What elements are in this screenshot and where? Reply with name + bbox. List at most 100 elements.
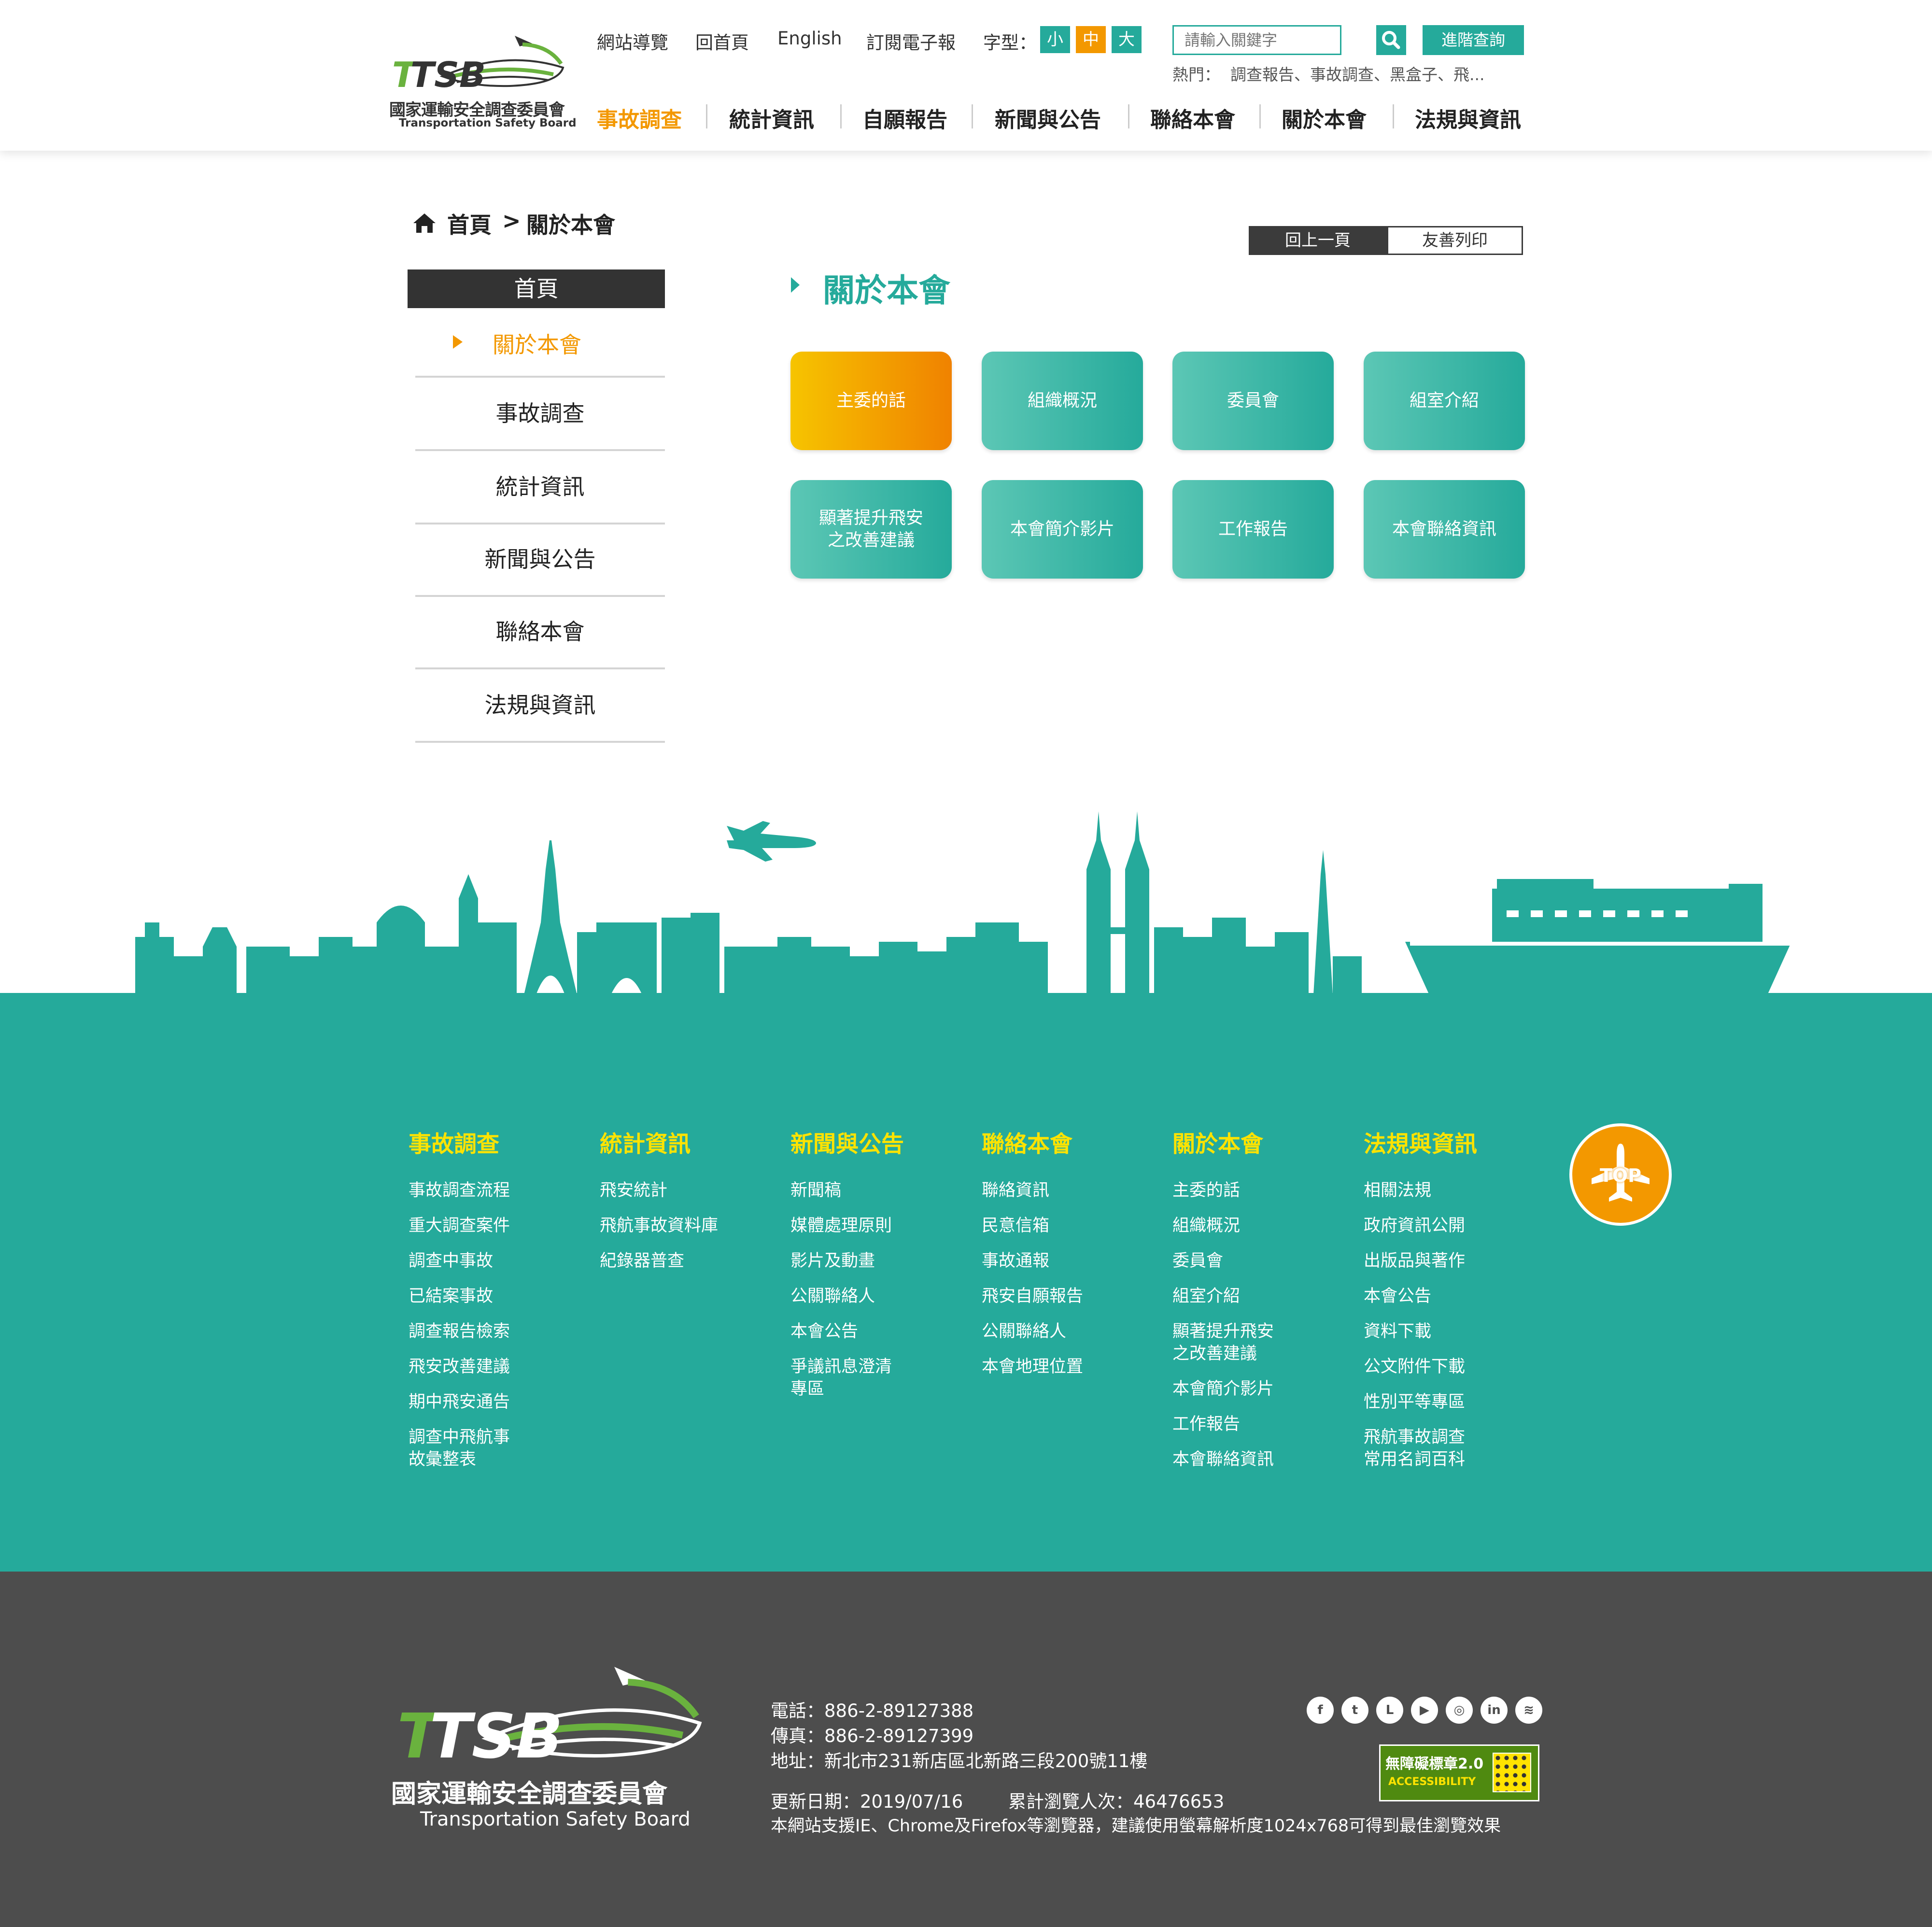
footer-link[interactable]: 性別平等專區 — [1364, 1391, 1465, 1413]
footer-link[interactable]: 委員會 — [1172, 1250, 1223, 1272]
link-sitemap[interactable]: 網站導覽 — [597, 28, 668, 54]
footer-link[interactable]: 調查中飛航事 故彙整表 — [409, 1426, 510, 1471]
tile-safety-recommendations[interactable]: 顯著提升飛安 之改善建議 — [790, 480, 952, 579]
svg-text:TSB: TSB — [410, 55, 486, 93]
tile-contact-info[interactable]: 本會聯絡資訊 — [1364, 480, 1525, 579]
footer-heading-contact[interactable]: 聯絡本會 — [982, 1125, 1072, 1159]
footer-link[interactable]: 組室介紹 — [1172, 1285, 1240, 1307]
footer-link[interactable]: 調查中事故 — [409, 1250, 493, 1272]
footer-link[interactable]: 飛航事故調查 常用名詞百科 — [1364, 1426, 1465, 1471]
footer-link[interactable]: 媒體處理原則 — [790, 1215, 892, 1237]
nav-about[interactable]: 關於本會 — [1282, 102, 1367, 133]
home-icon — [413, 213, 436, 233]
tile-committee[interactable]: 委員會 — [1172, 352, 1334, 450]
linkedin-icon[interactable]: in — [1481, 1697, 1508, 1724]
footer-link[interactable]: 主委的話 — [1172, 1179, 1240, 1202]
footer-link[interactable]: 相關法規 — [1364, 1179, 1431, 1202]
footer-link[interactable]: 事故調查流程 — [409, 1179, 510, 1202]
rss-icon[interactable]: ≋ — [1515, 1697, 1542, 1724]
tile-work-report[interactable]: 工作報告 — [1172, 480, 1334, 579]
link-english[interactable]: English — [777, 28, 842, 49]
back-button[interactable]: 回上一頁 — [1249, 226, 1387, 255]
print-button[interactable]: 友善列印 — [1387, 226, 1523, 255]
tile-divisions[interactable]: 組室介紹 — [1364, 352, 1525, 450]
youtube-icon[interactable]: ▶ — [1411, 1697, 1438, 1724]
footer-link[interactable]: 本會公告 — [1364, 1285, 1431, 1307]
facebook-icon[interactable]: f — [1307, 1697, 1334, 1724]
line-icon[interactable]: L — [1376, 1697, 1403, 1724]
link-newsletter[interactable]: 訂閱電子報 — [866, 28, 956, 54]
nav-regulations[interactable]: 法規與資訊 — [1415, 102, 1521, 133]
footer-link[interactable]: 爭議訊息澄清 專區 — [790, 1356, 892, 1400]
footer-link[interactable]: 飛安改善建議 — [409, 1356, 510, 1378]
footer-link[interactable]: 事故通報 — [982, 1250, 1049, 1272]
footer-link[interactable]: 政府資訊公開 — [1364, 1215, 1465, 1237]
footer-link[interactable]: 工作報告 — [1172, 1413, 1240, 1435]
breadcrumb-home[interactable]: 首頁 — [447, 208, 492, 240]
visit-counter: 累計瀏覽人次：46476653 — [1008, 1791, 1225, 1812]
footer-link[interactable]: 資料下載 — [1364, 1320, 1431, 1343]
sidebar-item-accident[interactable]: 事故調查 — [415, 378, 665, 451]
search-button[interactable] — [1376, 25, 1406, 55]
footer-link[interactable]: 公關聯絡人 — [790, 1285, 875, 1307]
footer-link[interactable]: 影片及動畫 — [790, 1250, 875, 1272]
footer-link[interactable]: 公關聯絡人 — [982, 1320, 1066, 1343]
nav-accident-investigation[interactable]: 事故調查 — [597, 102, 682, 133]
nav-news[interactable]: 新聞與公告 — [995, 102, 1101, 133]
twitter-icon[interactable]: t — [1341, 1697, 1368, 1724]
tile-organization[interactable]: 組織概況 — [982, 352, 1143, 450]
site-logo[interactable]: T TSB 國家運輸安全調查委員會 Transportation Safety … — [389, 30, 577, 131]
sidebar-item-news[interactable]: 新聞與公告 — [415, 524, 665, 597]
nav-divider — [840, 104, 842, 128]
triangle-right-icon — [453, 335, 463, 349]
footer-link[interactable]: 本會公告 — [790, 1320, 858, 1343]
back-to-top-button[interactable]: TOP — [1569, 1123, 1672, 1226]
font-size-small-button[interactable]: 小 — [1040, 26, 1070, 53]
nav-contact[interactable]: 聯絡本會 — [1150, 102, 1235, 133]
footer-link[interactable]: 出版品與著作 — [1364, 1250, 1465, 1272]
footer-link[interactable]: 調查報告檢索 — [409, 1320, 510, 1343]
footer-link[interactable]: 飛安自願報告 — [982, 1285, 1083, 1307]
footer-link[interactable]: 公文附件下載 — [1364, 1356, 1465, 1378]
footer-link[interactable]: 本會地理位置 — [982, 1356, 1083, 1378]
sidebar-title[interactable]: 首頁 — [408, 269, 665, 308]
link-home[interactable]: 回首頁 — [695, 28, 749, 54]
svg-text:TSB: TSB — [430, 1701, 563, 1768]
nav-statistics[interactable]: 統計資訊 — [729, 102, 814, 133]
footer-link[interactable]: 本會簡介影片 — [1172, 1378, 1274, 1400]
search-input[interactable] — [1174, 27, 1340, 54]
sidebar-item-statistics[interactable]: 統計資訊 — [415, 451, 665, 524]
footer-heading-regulations[interactable]: 法規與資訊 — [1364, 1125, 1477, 1159]
footer-logo-name-en: Transportation Safety Board — [420, 1808, 691, 1830]
font-size-medium-button[interactable]: 中 — [1076, 26, 1106, 53]
footer-heading-accident[interactable]: 事故調查 — [409, 1125, 499, 1159]
footer-heading-news[interactable]: 新聞與公告 — [790, 1125, 904, 1159]
footer-link[interactable]: 已結案事故 — [409, 1285, 493, 1307]
sidebar-item-regulations[interactable]: 法規與資訊 — [415, 669, 665, 743]
footer-link[interactable]: 組織概況 — [1172, 1215, 1240, 1237]
footer-link[interactable]: 期中飛安通告 — [409, 1391, 510, 1413]
footer-heading-statistics[interactable]: 統計資訊 — [600, 1125, 691, 1159]
tile-intro-video[interactable]: 本會簡介影片 — [982, 480, 1143, 579]
footer-link[interactable]: 本會聯絡資訊 — [1172, 1448, 1274, 1471]
hot-keywords[interactable]: 調查報告、事故調查、黑盒子、飛... — [1230, 62, 1520, 85]
footer-link[interactable]: 顯著提升飛安 之改善建議 — [1172, 1320, 1274, 1365]
advanced-search-button[interactable]: 進階查詢 — [1423, 25, 1524, 55]
footer-link[interactable]: 飛航事故資料庫 — [600, 1215, 718, 1237]
accessibility-badge[interactable]: 無障礙標章2.0 ACCESSIBILITY — [1379, 1744, 1539, 1801]
footer-link[interactable]: 重大調查案件 — [409, 1215, 510, 1237]
footer-link[interactable]: 紀錄器普查 — [600, 1250, 684, 1272]
font-size-large-button[interactable]: 大 — [1112, 26, 1142, 53]
sidebar-item-contact[interactable]: 聯絡本會 — [415, 596, 665, 669]
ttsb-logo-mark: T TSB — [392, 36, 564, 93]
footer-logo-name-zh: 國家運輸安全調查委員會 — [391, 1780, 668, 1809]
instagram-icon[interactable]: ◎ — [1446, 1697, 1473, 1724]
nav-voluntary-report[interactable]: 自願報告 — [862, 102, 947, 133]
footer-link[interactable]: 飛安統計 — [600, 1179, 667, 1202]
tile-chairman-message[interactable]: 主委的話 — [790, 352, 952, 450]
footer-link[interactable]: 新聞稿 — [790, 1179, 841, 1202]
footer-link[interactable]: 聯絡資訊 — [982, 1179, 1049, 1202]
footer-heading-about[interactable]: 關於本會 — [1172, 1125, 1263, 1159]
sidebar-item-about-active[interactable]: 關於本會 — [415, 308, 665, 378]
footer-link[interactable]: 民意信箱 — [982, 1215, 1049, 1237]
